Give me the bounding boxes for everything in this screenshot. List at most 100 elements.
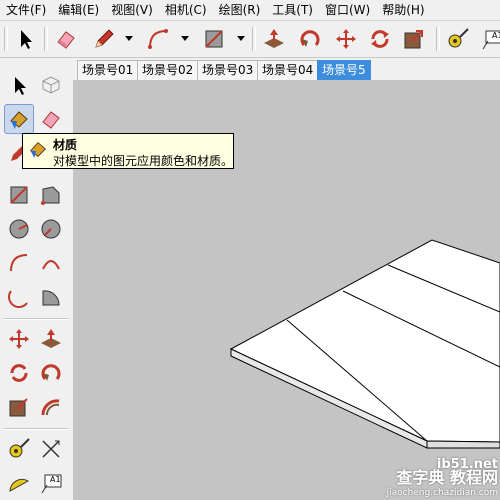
rectangle-tool-button[interactable] <box>200 25 228 53</box>
push-pull-tool-button[interactable] <box>36 324 66 354</box>
menu-draw[interactable]: 绘图(R) <box>213 0 267 20</box>
follow-me-icon <box>41 364 61 381</box>
eraser-tool-button[interactable] <box>36 104 66 134</box>
menu-view[interactable]: 视图(V) <box>105 0 159 20</box>
text-tool-button[interactable]: A1 <box>478 25 500 53</box>
push-pull-tool-button[interactable] <box>260 25 288 53</box>
tape-measure-tool-button[interactable] <box>4 434 34 464</box>
eraser-tool-button[interactable] <box>52 25 80 53</box>
follow-me-tool-button[interactable] <box>296 25 324 53</box>
main-toolbar: A1 <box>0 21 500 58</box>
pie-tool-button[interactable] <box>36 282 66 312</box>
tooltip: 材质 对模型中的图元应用颜色和材质。 <box>22 133 234 169</box>
rotated-rectangle-icon <box>41 186 60 205</box>
text-tool-label: A1 <box>50 475 61 484</box>
rotate-arrows-icon <box>371 30 389 48</box>
tooltip-description: 对模型中的图元应用颜色和材质。 <box>53 154 234 168</box>
pie-icon <box>42 290 60 306</box>
paint-bucket-icon <box>10 111 28 129</box>
toolbar-separator <box>252 27 256 51</box>
dimension-icon <box>42 440 60 458</box>
polygon-tool-button[interactable] <box>36 214 66 244</box>
tab-scene-03[interactable]: 场景号03 <box>197 60 259 80</box>
paint-bucket-icon <box>29 141 47 159</box>
offset-tool-button[interactable] <box>36 392 66 422</box>
chevron-down-icon[interactable] <box>236 33 246 43</box>
dimension-tool-button[interactable] <box>36 434 66 464</box>
two-point-arc-icon <box>42 260 60 270</box>
circle-tool-button[interactable] <box>4 214 34 244</box>
tab-scene-01[interactable]: 场景号01 <box>77 60 139 80</box>
menu-window[interactable]: 窗口(W) <box>319 0 376 20</box>
push-pull-icon <box>41 329 61 348</box>
select-tool-button[interactable] <box>4 70 34 100</box>
three-point-arc-tool-button[interactable] <box>4 282 34 312</box>
scene-tabs: 场景号01 场景号02 场景号03 场景号04 场景号5 <box>73 58 500 80</box>
toolbar-separator <box>436 27 440 51</box>
select-arrow-icon <box>21 30 32 49</box>
arc-icon <box>148 29 168 49</box>
palette-separator <box>4 318 68 320</box>
move-tool-button[interactable] <box>4 324 34 354</box>
chevron-down-icon[interactable] <box>180 33 190 43</box>
menu-file[interactable]: 文件(F) <box>0 0 52 20</box>
pencil-tool-button[interactable] <box>90 25 118 53</box>
select-arrow-icon <box>15 77 26 95</box>
polygon-icon <box>41 219 61 239</box>
menu-tools[interactable]: 工具(T) <box>266 0 319 20</box>
eraser-icon <box>42 111 60 129</box>
tool-palette: A1 <box>0 58 72 500</box>
move-icon <box>9 329 29 349</box>
pencil-icon <box>95 29 114 48</box>
palette-separator <box>4 428 68 430</box>
menu-help[interactable]: 帮助(H) <box>376 0 430 20</box>
rotate-tool-button[interactable] <box>366 25 394 53</box>
eraser-icon <box>57 31 75 49</box>
text-tool-label: A1 <box>492 31 500 40</box>
menu-bar: 文件(F) 编辑(E) 视图(V) 相机(C) 绘图(R) 工具(T) 窗口(W… <box>0 0 500 21</box>
floor-slab[interactable] <box>229 239 500 449</box>
three-point-arc-icon <box>8 290 28 308</box>
select-tool-button[interactable] <box>12 25 40 53</box>
rectangle-tool-button[interactable] <box>4 180 34 210</box>
follow-me-tool-button[interactable] <box>36 358 66 388</box>
scale-tool-button[interactable] <box>400 25 428 53</box>
toolbar-separator <box>44 27 48 51</box>
protractor-icon <box>9 478 30 492</box>
arc-icon <box>10 254 28 272</box>
rotate-icon <box>300 30 320 47</box>
scale-icon <box>404 30 423 49</box>
arc-tool-button[interactable] <box>4 248 34 278</box>
rectangle-icon <box>10 186 28 204</box>
rotate-arrows-icon <box>10 364 28 382</box>
move-tool-button[interactable] <box>332 25 360 53</box>
tape-measure-icon <box>9 438 30 458</box>
tape-measure-tool-button[interactable] <box>444 25 472 53</box>
arc-tool-button[interactable] <box>144 25 172 53</box>
watermark-url: jiaocheng.chazidian.com <box>386 488 498 498</box>
scale-icon <box>9 398 28 417</box>
tooltip-title: 材质 <box>53 138 78 152</box>
watermark-site: ib51.net <box>436 457 498 472</box>
move-icon <box>336 29 356 49</box>
component-icon <box>42 76 60 94</box>
paint-bucket-tool-button[interactable] <box>4 104 34 134</box>
two-point-arc-tool-button[interactable] <box>36 248 66 278</box>
menu-edit[interactable]: 编辑(E) <box>52 0 105 20</box>
menu-camera[interactable]: 相机(C) <box>159 0 213 20</box>
tab-scene-02[interactable]: 场景号02 <box>137 60 199 80</box>
circle-icon <box>9 219 29 239</box>
rotated-rectangle-tool-button[interactable] <box>36 180 66 210</box>
chevron-down-icon[interactable] <box>124 33 134 43</box>
offset-icon <box>41 399 60 416</box>
tab-scene-05[interactable]: 场景号5 <box>317 60 371 80</box>
make-component-button[interactable] <box>36 70 66 100</box>
push-pull-icon <box>264 29 284 48</box>
rotate-tool-button[interactable] <box>4 358 34 388</box>
scale-tool-button[interactable] <box>4 392 34 422</box>
toolbar-grip <box>4 27 8 51</box>
tab-scene-04[interactable]: 场景号04 <box>257 60 319 80</box>
text-tool-button[interactable]: A1 <box>36 468 66 498</box>
rectangle-icon <box>205 30 223 48</box>
protractor-tool-button[interactable] <box>4 468 34 498</box>
